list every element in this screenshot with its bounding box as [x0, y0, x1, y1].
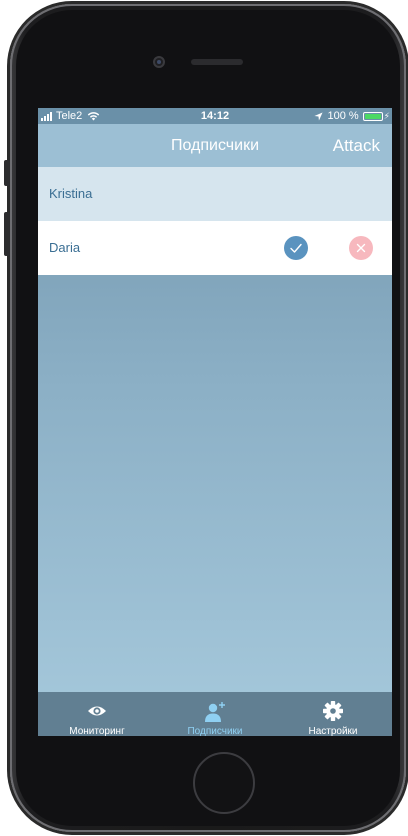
gear-icon	[323, 701, 343, 721]
tab-bar: Мониторинг Подписчики Настройки	[38, 692, 392, 736]
tab-subscribers[interactable]: Подписчики	[156, 692, 274, 736]
battery-percent: 100 %	[327, 110, 359, 122]
app-screen: Tele2 14:12 100 % ⚡ Подписчики Attack Kr…	[38, 108, 392, 736]
home-button[interactable]	[193, 752, 255, 814]
approve-button[interactable]	[284, 236, 308, 260]
subscriber-name: Daria	[49, 240, 81, 255]
mute-switch	[4, 160, 10, 186]
checkmark-icon	[290, 243, 302, 253]
subscriber-list: Kristina Daria	[38, 167, 392, 275]
battery-icon	[362, 111, 383, 121]
earpiece-speaker	[191, 59, 243, 65]
status-bar: Tele2 14:12 100 % ⚡	[38, 108, 392, 124]
add-user-icon	[205, 702, 225, 722]
subscriber-name: Kristina	[49, 186, 93, 201]
close-icon	[356, 243, 366, 253]
tab-settings[interactable]: Настройки	[274, 692, 392, 736]
tab-monitoring[interactable]: Мониторинг	[38, 692, 156, 736]
eye-icon	[88, 706, 106, 716]
tab-label: Подписчики	[187, 726, 243, 736]
decline-button[interactable]	[349, 236, 373, 260]
attack-button[interactable]: Attack	[333, 124, 380, 167]
subscriber-row-kristina[interactable]: Kristina	[38, 167, 392, 221]
navigation-bar: Подписчики Attack	[38, 124, 392, 167]
subscriber-row-daria[interactable]: Daria	[38, 221, 392, 275]
front-camera	[153, 56, 165, 68]
location-arrow-icon	[314, 111, 324, 121]
tab-label: Настройки	[308, 726, 358, 736]
charging-icon: ⚡	[383, 111, 390, 121]
tab-label: Мониторинг	[69, 726, 125, 736]
volume-up-button	[4, 212, 10, 256]
